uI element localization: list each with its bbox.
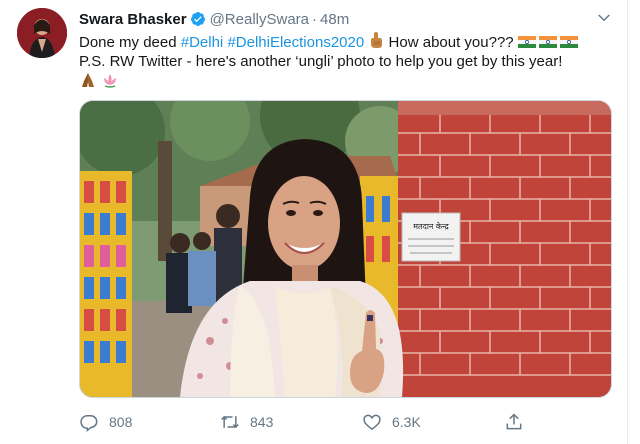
tweet-text-line-1: Done my deed #Delhi #DelhiElections2020 … <box>79 31 609 52</box>
reply-icon <box>80 414 98 432</box>
tweet-actions: 808 843 6.3K <box>79 408 619 436</box>
verified-badge-icon <box>190 12 205 26</box>
tweet-text-line-3 <box>79 71 609 92</box>
tweet-text: Done my deed #Delhi #DelhiElections2020 … <box>79 31 609 92</box>
tweet-header: Swara Bhasker @ReallySwara · 48m <box>79 9 349 29</box>
india-flag-emoji <box>517 36 578 48</box>
heart-icon <box>363 414 381 431</box>
reply-button[interactable]: 808 <box>79 408 132 436</box>
tweet-timestamp[interactable]: 48m <box>320 11 349 28</box>
avatar-image <box>17 8 67 58</box>
author-handle[interactable]: @ReallySwara <box>210 11 309 28</box>
retweet-button[interactable]: 843 <box>220 408 273 436</box>
hashtag-delhi[interactable]: #Delhi <box>181 34 224 51</box>
lotus-emoji <box>104 74 117 88</box>
tweet-photo[interactable]: मतदान केन्द्र <box>79 100 612 398</box>
photo-image: मतदान केन्द्र <box>80 101 611 397</box>
folded-hands-emoji <box>82 73 94 87</box>
chevron-down-icon[interactable] <box>595 9 613 27</box>
avatar[interactable] <box>17 8 67 58</box>
like-button[interactable]: 6.3K <box>362 408 421 436</box>
share-button[interactable] <box>504 408 534 436</box>
like-count: 6.3K <box>392 414 421 430</box>
index-finger-up-emoji <box>371 32 383 48</box>
photo-sign-text: मतदान केन्द्र <box>413 221 449 231</box>
share-icon <box>506 413 522 430</box>
reply-count: 808 <box>109 414 133 430</box>
author-name[interactable]: Swara Bhasker <box>79 11 187 28</box>
tweet-text-line-2: P.S. RW Twitter - here's another ‘ungli’… <box>79 53 563 70</box>
tweet-text-question: How about you??? <box>388 34 514 51</box>
retweet-icon <box>221 415 239 429</box>
separator-dot: · <box>312 10 318 28</box>
retweet-count: 843 <box>250 414 274 430</box>
tweet-card[interactable]: Swara Bhasker @ReallySwara · 48m Done my… <box>0 0 628 444</box>
hashtag-delhi-elections-2020[interactable]: #DelhiElections2020 <box>227 34 364 51</box>
tweet-text-intro: Done my deed <box>79 34 181 51</box>
